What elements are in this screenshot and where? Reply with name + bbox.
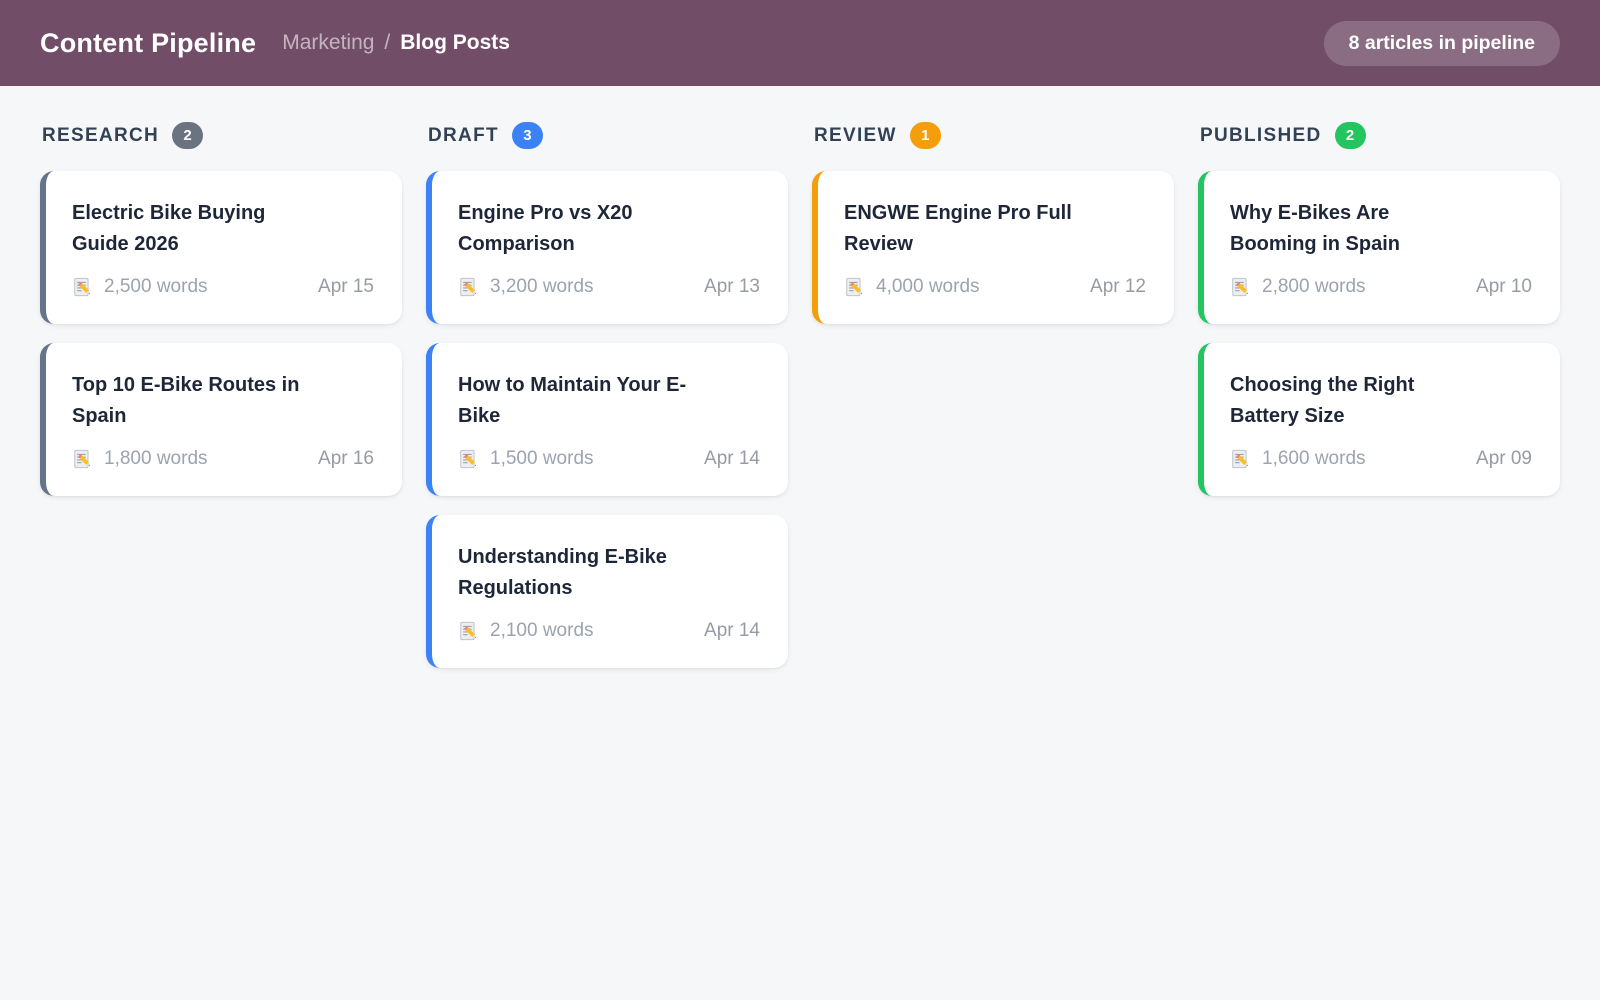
card-meta: 1,800 words Apr 16 xyxy=(72,448,374,470)
column-research-header: RESEARCH 2 xyxy=(42,122,402,149)
card-title: Why E-Bikes Are Booming in Spain xyxy=(1230,198,1468,260)
page-title: Content Pipeline xyxy=(40,28,256,59)
card-meta: 1,600 words Apr 09 xyxy=(1230,448,1532,470)
memo-icon xyxy=(1230,448,1252,470)
card-date: Apr 14 xyxy=(704,448,760,470)
column-draft: DRAFT 3 Engine Pro vs X20 Comparison 3,2… xyxy=(426,116,788,687)
card-meta: 4,000 words Apr 12 xyxy=(844,276,1146,298)
page: { "header": { "title": "Content Pipeline… xyxy=(0,0,1600,1000)
card-date: Apr 12 xyxy=(1090,276,1146,298)
word-count-group: 2,500 words xyxy=(72,276,208,298)
word-count-group: 2,100 words xyxy=(458,620,594,642)
memo-icon xyxy=(458,448,480,470)
breadcrumb-separator: / xyxy=(384,31,390,55)
card-date: Apr 13 xyxy=(704,276,760,298)
card-title: Engine Pro vs X20 Comparison xyxy=(458,198,696,260)
breadcrumb: Marketing / Blog Posts xyxy=(282,31,510,55)
card-title: Electric Bike Buying Guide 2026 xyxy=(72,198,310,260)
memo-icon xyxy=(844,276,866,298)
memo-icon xyxy=(72,276,94,298)
card-date: Apr 16 xyxy=(318,448,374,470)
card-date: Apr 14 xyxy=(704,620,760,642)
word-count: 4,000 words xyxy=(876,276,980,298)
card-meta: 2,500 words Apr 15 xyxy=(72,276,374,298)
word-count-group: 3,200 words xyxy=(458,276,594,298)
card-how-to-maintain-ebike[interactable]: How to Maintain Your E-Bike 1,500 words … xyxy=(426,343,788,496)
column-review-title: REVIEW xyxy=(814,125,897,147)
column-review-count-badge: 1 xyxy=(910,122,941,149)
card-title: ENGWE Engine Pro Full Review xyxy=(844,198,1082,260)
word-count: 2,500 words xyxy=(104,276,208,298)
card-meta: 1,500 words Apr 14 xyxy=(458,448,760,470)
memo-icon xyxy=(1230,276,1252,298)
column-draft-count-badge: 3 xyxy=(512,122,543,149)
card-title: Understanding E-Bike Regulations xyxy=(458,542,696,604)
card-top-10-ebike-routes[interactable]: Top 10 E-Bike Routes in Spain 1,800 word… xyxy=(40,343,402,496)
card-electric-bike-buying-guide[interactable]: Electric Bike Buying Guide 2026 2,500 wo… xyxy=(40,171,402,324)
column-draft-title: DRAFT xyxy=(428,125,499,147)
breadcrumb-page[interactable]: Blog Posts xyxy=(400,31,510,55)
word-count: 1,800 words xyxy=(104,448,208,470)
word-count: 2,800 words xyxy=(1262,276,1366,298)
column-research-title: RESEARCH xyxy=(42,125,159,147)
column-published: PUBLISHED 2 Why E-Bikes Are Booming in S… xyxy=(1198,116,1560,515)
word-count-group: 4,000 words xyxy=(844,276,980,298)
app-header: Content Pipeline Marketing / Blog Posts … xyxy=(0,0,1600,86)
kanban-board: RESEARCH 2 Electric Bike Buying Guide 20… xyxy=(0,86,1600,687)
memo-icon xyxy=(72,448,94,470)
card-choosing-right-battery-size[interactable]: Choosing the Right Battery Size 1,600 wo… xyxy=(1198,343,1560,496)
word-count-group: 1,600 words xyxy=(1230,448,1366,470)
breadcrumb-section[interactable]: Marketing xyxy=(282,31,374,55)
card-title: How to Maintain Your E-Bike xyxy=(458,370,696,432)
column-research: RESEARCH 2 Electric Bike Buying Guide 20… xyxy=(40,116,402,515)
memo-icon xyxy=(458,620,480,642)
column-review-header: REVIEW 1 xyxy=(814,122,1174,149)
word-count: 1,600 words xyxy=(1262,448,1366,470)
card-engine-pro-vs-x20[interactable]: Engine Pro vs X20 Comparison 3,200 words… xyxy=(426,171,788,324)
card-engwe-engine-pro-review[interactable]: ENGWE Engine Pro Full Review 4,000 words… xyxy=(812,171,1174,324)
column-published-count-badge: 2 xyxy=(1335,122,1366,149)
column-review: REVIEW 1 ENGWE Engine Pro Full Review 4,… xyxy=(812,116,1174,343)
card-meta: 2,800 words Apr 10 xyxy=(1230,276,1532,298)
word-count-group: 1,500 words xyxy=(458,448,594,470)
word-count: 3,200 words xyxy=(490,276,594,298)
card-understanding-ebike-regulations[interactable]: Understanding E-Bike Regulations 2,100 w… xyxy=(426,515,788,668)
card-date: Apr 15 xyxy=(318,276,374,298)
card-meta: 2,100 words Apr 14 xyxy=(458,620,760,642)
word-count: 2,100 words xyxy=(490,620,594,642)
column-research-count-badge: 2 xyxy=(172,122,203,149)
card-date: Apr 09 xyxy=(1476,448,1532,470)
card-title: Top 10 E-Bike Routes in Spain xyxy=(72,370,310,432)
memo-icon xyxy=(458,276,480,298)
card-title: Choosing the Right Battery Size xyxy=(1230,370,1468,432)
word-count: 1,500 words xyxy=(490,448,594,470)
word-count-group: 1,800 words xyxy=(72,448,208,470)
card-why-ebikes-booming-spain[interactable]: Why E-Bikes Are Booming in Spain 2,800 w… xyxy=(1198,171,1560,324)
card-date: Apr 10 xyxy=(1476,276,1532,298)
card-meta: 3,200 words Apr 13 xyxy=(458,276,760,298)
pipeline-count-badge: 8 articles in pipeline xyxy=(1324,21,1560,66)
column-draft-header: DRAFT 3 xyxy=(428,122,788,149)
column-published-header: PUBLISHED 2 xyxy=(1200,122,1560,149)
column-published-title: PUBLISHED xyxy=(1200,125,1322,147)
word-count-group: 2,800 words xyxy=(1230,276,1366,298)
